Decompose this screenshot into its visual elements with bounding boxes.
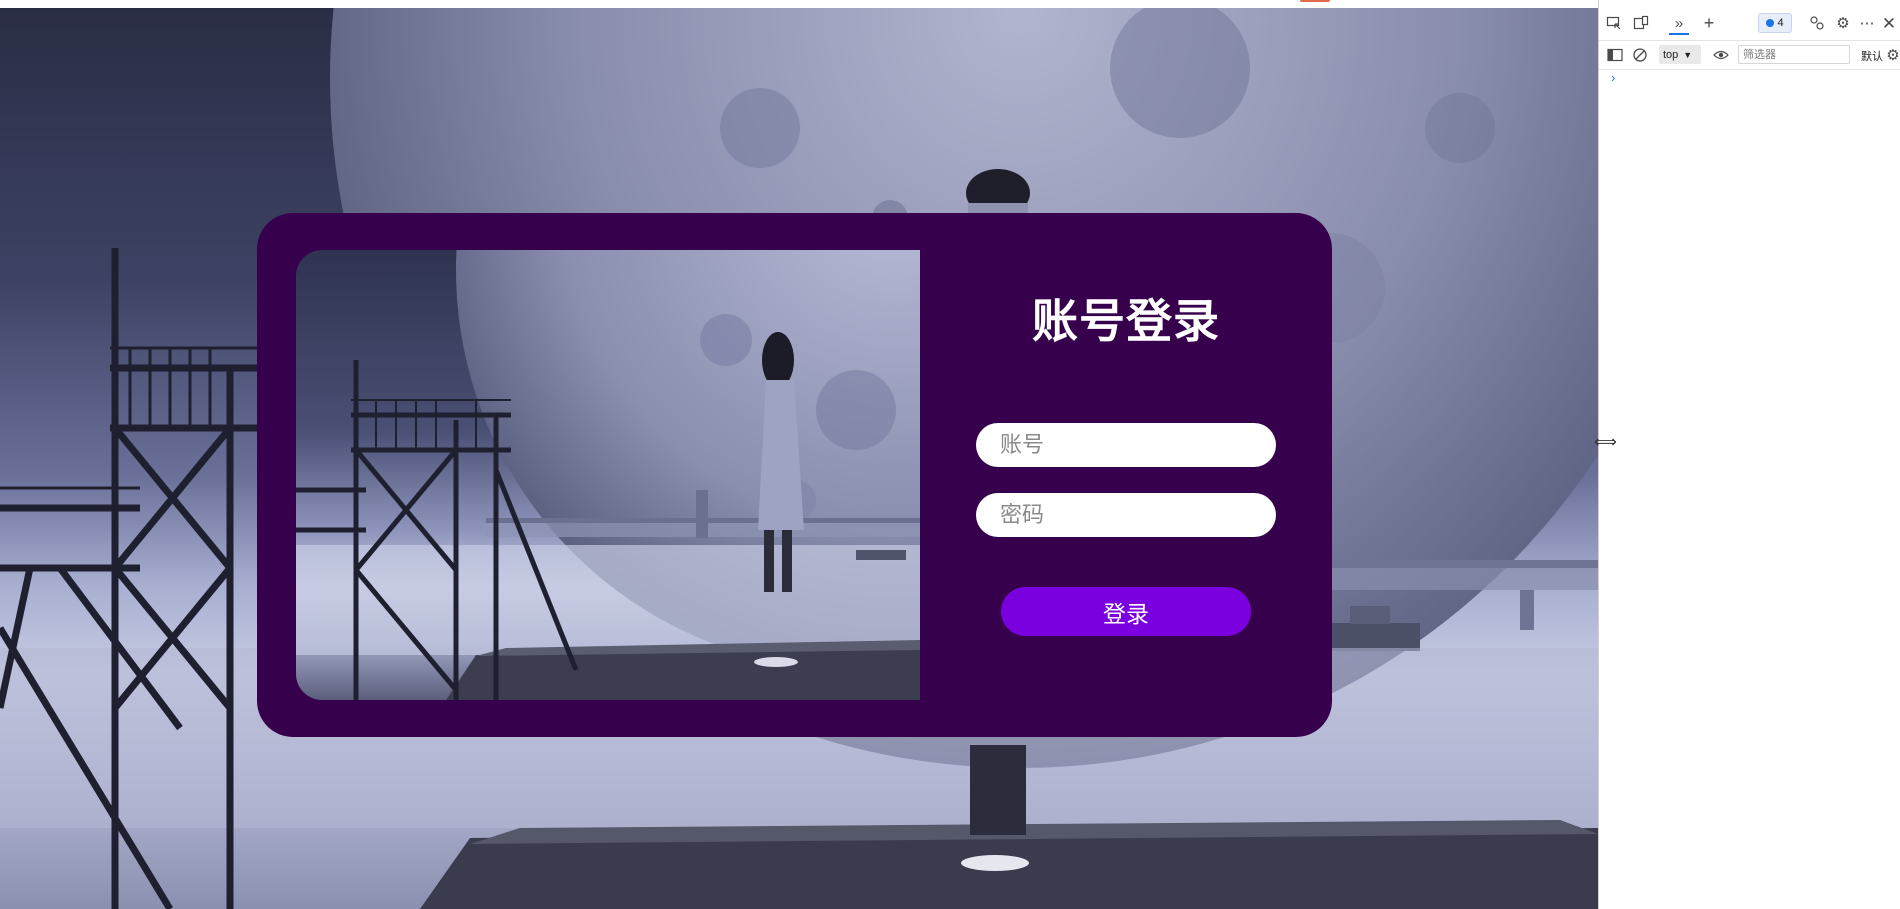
resize-cursor-icon: ⟺ bbox=[1594, 432, 1617, 451]
eye-icon[interactable] bbox=[1711, 45, 1731, 65]
login-button[interactable]: 登录 bbox=[1001, 587, 1251, 636]
issues-count: 4 bbox=[1777, 17, 1784, 29]
login-form: 账号登录 登录 bbox=[920, 213, 1332, 737]
sidebar-toggle-icon[interactable] bbox=[1605, 45, 1625, 65]
console-settings-icon[interactable]: ⚙ bbox=[1883, 45, 1900, 65]
connection-icon[interactable] bbox=[1807, 13, 1827, 33]
context-select[interactable]: top ▼ bbox=[1659, 45, 1701, 64]
devtools-panel: » + 4 ⚙ ⋯ ✕ top ▼ 筛选器 默认 ⚙ › bbox=[1598, 0, 1900, 909]
gear-icon[interactable]: ⚙ bbox=[1833, 13, 1853, 33]
page: 账号登录 登录 » + 4 ⚙ ⋯ ✕ bbox=[0, 0, 1900, 909]
more-horizontal-icon[interactable]: ⋯ bbox=[1857, 13, 1877, 33]
filter-input[interactable] bbox=[1738, 45, 1850, 64]
account-input[interactable] bbox=[976, 423, 1276, 467]
chevron-right-icon[interactable]: › bbox=[1611, 70, 1615, 85]
clear-console-icon[interactable] bbox=[1630, 45, 1650, 65]
chevron-double-right-icon[interactable]: » bbox=[1669, 13, 1689, 35]
issues-badge[interactable]: 4 bbox=[1758, 13, 1792, 33]
console-toolbar: top ▼ 默认 ⚙ bbox=[1599, 40, 1900, 70]
login-card: 账号登录 登录 bbox=[257, 213, 1332, 737]
context-value: top bbox=[1663, 48, 1679, 61]
device-mode-icon[interactable] bbox=[1631, 13, 1651, 33]
inspect-device-icon[interactable] bbox=[1604, 13, 1624, 33]
browser-top-strip bbox=[0, 0, 1598, 8]
photo-illustration bbox=[296, 250, 920, 700]
log-levels-dropdown[interactable]: 默认 bbox=[1861, 48, 1883, 64]
card-photo bbox=[296, 250, 920, 700]
plus-icon[interactable]: + bbox=[1699, 13, 1719, 33]
password-input[interactable] bbox=[976, 493, 1276, 537]
close-icon[interactable]: ✕ bbox=[1879, 13, 1899, 33]
login-title: 账号登录 bbox=[1032, 294, 1220, 348]
issues-dot-icon bbox=[1766, 19, 1775, 27]
caret-down-icon: ▼ bbox=[1683, 49, 1693, 60]
tab-indicator bbox=[1300, 0, 1330, 2]
devtools-toolbar: » + 4 ⚙ ⋯ ✕ bbox=[1599, 10, 1900, 38]
